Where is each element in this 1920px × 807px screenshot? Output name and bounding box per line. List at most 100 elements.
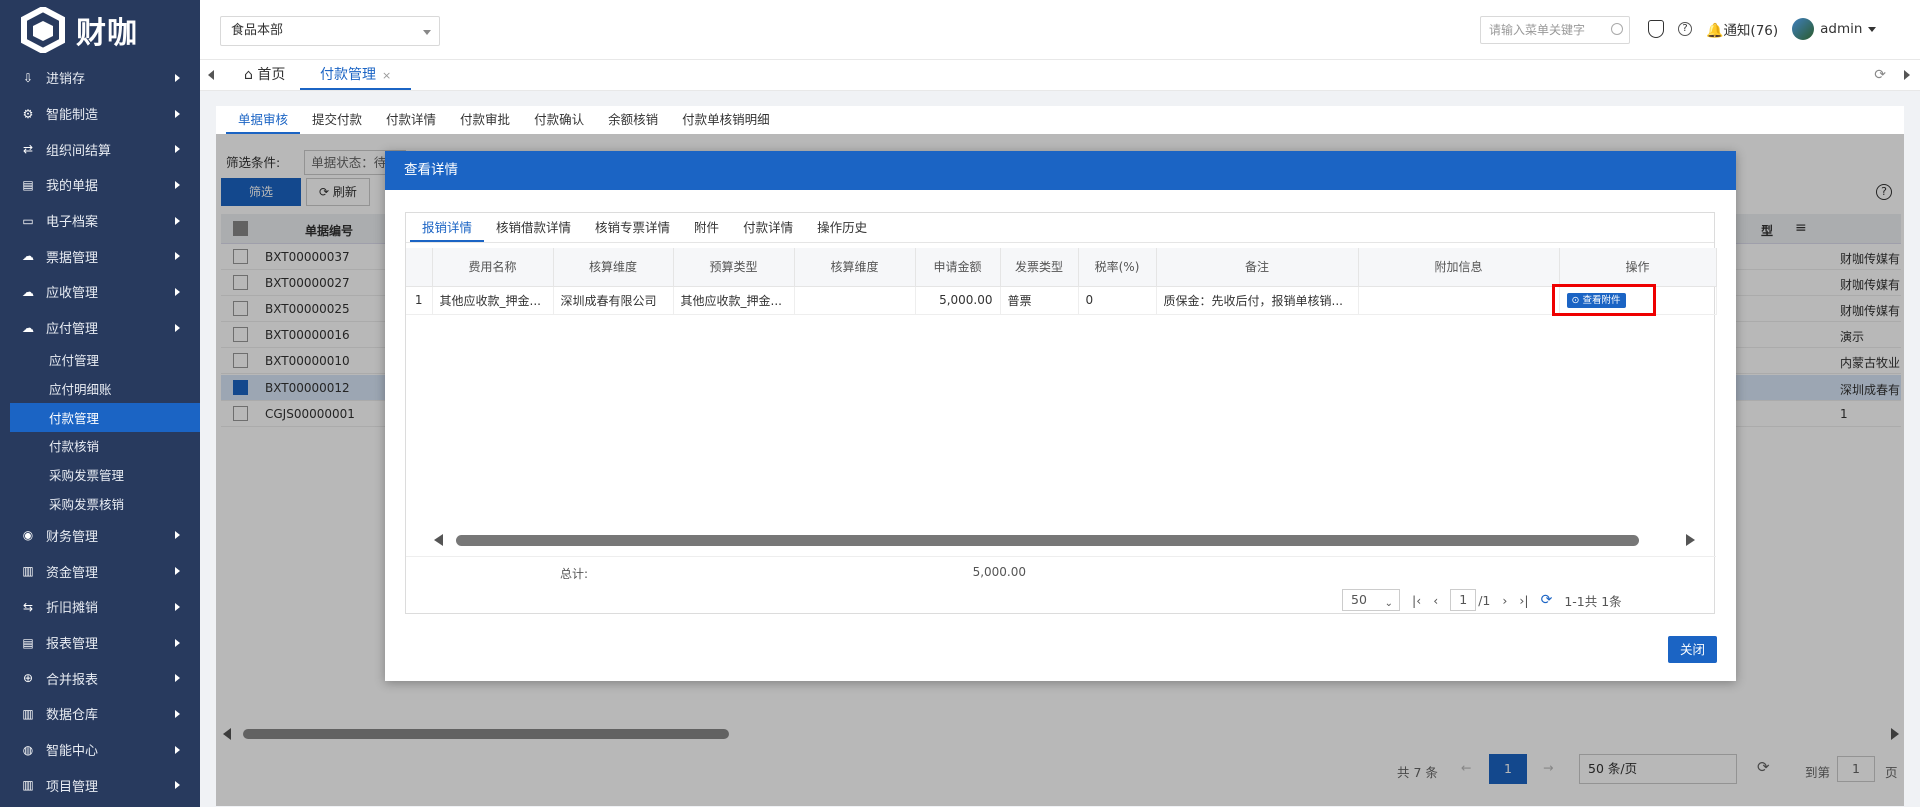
prev-page-icon[interactable]: ‹ [1433,593,1438,608]
detail-tab[interactable]: 附件 [682,213,731,242]
total-pages: /1 [1478,592,1491,608]
column-header: 备注 [1156,248,1359,287]
last-page-icon[interactable]: ›| [1519,593,1528,608]
column-header: 预算类型 [673,248,795,287]
subtab[interactable]: 付款审批 [448,106,522,134]
detail-modal: 查看详情 报销详情 核销借款详情 核销专票详情 附件 付款详情 操作历史 费用名称 核算维度… [385,151,1736,681]
menu-search-placeholder: 请输入菜单关键字 [1489,23,1586,37]
subtab[interactable]: 提交付款 [300,106,374,134]
next-page-icon[interactable]: › [1502,593,1507,608]
sidebar-item-label: 智能制造 [46,108,99,124]
sidebar-subitem[interactable]: 应付明细账 [0,374,200,403]
chevron-right-icon [175,674,180,683]
detail-tab[interactable]: 操作历史 [805,213,879,242]
subtab[interactable]: 付款详情 [374,106,448,134]
subtab[interactable]: 余额核销 [596,106,670,134]
column-header: 申请金额 [915,248,1001,287]
tab-scroll-left-icon[interactable] [208,70,214,80]
sidebar-subitem[interactable]: 付款管理 [10,402,200,432]
sidebar-item-items-2[interactable]: ⇄ 组织间结算 [0,131,200,167]
scroll-right-icon[interactable] [1686,534,1695,546]
sidebar-item-items2-5[interactable]: ▥ 数据仓库 [0,696,200,732]
bell-icon: 🔔 [1706,23,1724,39]
menu-search-input[interactable]: 请输入菜单关键字 [1480,16,1630,44]
sidebar-subitem[interactable]: 应付管理 [0,346,200,375]
top-icons: ? 🔔通知(76) admin [1648,18,1877,40]
sidebar-item-items2-7[interactable]: ▥ 项目管理 [0,767,200,803]
sidebar-item-label: 项目管理 [46,779,99,795]
sidebar-item-items2-2[interactable]: ⇆ 折旧摊销 [0,589,200,625]
reload-icon[interactable]: ⟳ [1874,67,1886,83]
sidebar-item-items-4[interactable]: ▭ 电子档案 [0,203,200,239]
org-select[interactable]: 食品本部 [220,16,440,46]
user-menu[interactable]: admin [1792,18,1877,40]
first-page-icon[interactable]: |‹ [1412,593,1421,608]
close-icon[interactable]: × [382,69,391,82]
logo: 财咖 [0,0,200,60]
summary-amount: 5,000.00 [972,565,1026,579]
tab-payment-management[interactable]: 付款管理 × [300,60,412,90]
help-icon[interactable]: ? [1678,22,1692,36]
tab-home[interactable]: ⌂ 首页 [244,60,285,90]
subtab[interactable]: 付款确认 [522,106,596,134]
sidebar-item-items-0[interactable]: ⇩ 进销存 [0,60,200,96]
sidebar-item-items2-6[interactable]: ◍ 智能中心 [0,732,200,768]
column-header: 发票类型 [1000,248,1079,287]
sidebar-subitem[interactable]: 采购发票管理 [0,460,200,489]
detail-tab[interactable]: 核销专票详情 [583,213,682,242]
notify-button[interactable]: 🔔通知(76) [1706,19,1778,39]
topbar: 食品本部 请输入菜单关键字 ? 🔔通知(76) admin [200,0,1920,60]
table-header: 费用名称 核算维度 预算类型 核算维度 申请金额 发票类型 税率(%) 备注 附加信息 操作 [406,248,1717,287]
sidebar-subitem[interactable]: 付款核销 [0,432,200,461]
chevron-right-icon [175,531,180,540]
sidebar-item-label: 资金管理 [46,565,99,581]
cell-extra [1358,286,1560,315]
close-button[interactable]: 关闭 [1668,636,1717,663]
tab-home-label: 首页 [257,67,286,83]
chevron-right-icon [175,109,180,118]
home-icon: ⌂ [244,67,258,83]
chevron-right-icon [175,567,180,576]
scroll-left-icon[interactable] [434,534,443,546]
sidebar-item-label: 数据仓库 [46,708,99,724]
sidebar-item-label: 票据管理 [46,250,99,266]
detail-tab[interactable]: 核销借款详情 [484,213,583,242]
cell-tax-rate: 0 [1078,286,1157,315]
subtabs: 单据审核 提交付款 付款详情 付款审批 付款确认 余额核销 付款单核销明细 [216,106,1904,134]
sidebar-item-items2-3[interactable]: ▤ 报表管理 [0,625,200,661]
page-input[interactable]: 1 [1450,589,1477,611]
chevron-right-icon [175,145,180,154]
column-header: 操作 [1559,248,1717,287]
modal-title: 查看详情 [385,151,1736,190]
page-size-select[interactable]: 50 ⌄ [1342,589,1400,611]
sidebar-item-items2-0[interactable]: ◉ 财务管理 [0,518,200,554]
logo-text: 财咖 [76,16,138,51]
detail-tab[interactable]: 报销详情 [410,213,485,242]
sidebar-item-items-6[interactable]: ☁ 应收管理 [0,274,200,310]
import-icon: ⇩ [22,70,34,85]
chevron-down-icon: ⌄ [1384,598,1393,609]
column-header: 核算维度 [553,248,674,287]
sidebar-item-items2-4[interactable]: ⊕ 合并报表 [0,660,200,696]
sidebar-item-items-5[interactable]: ☁ 票据管理 [0,238,200,274]
scroll-thumb[interactable] [456,535,1639,546]
detail-tab[interactable]: 付款详情 [731,213,805,242]
subtab[interactable]: 付款单核销明细 [670,106,782,134]
archive-icon: ▭ [22,213,34,228]
sidebar-item-items-7[interactable]: ☁ 应付管理 [0,310,200,346]
detail-scrollbar[interactable] [434,533,1695,547]
sidebar-item-items-1[interactable]: ⚙ 智能制造 [0,96,200,132]
avatar [1792,18,1815,40]
refresh-icon[interactable]: ⟳ [1541,592,1553,608]
tab-scroll-right-icon[interactable] [1904,70,1910,80]
cell-dimension: 深圳成春有限公司 [553,286,674,315]
subtab[interactable]: 单据审核 [226,106,301,134]
sidebar-subitem[interactable]: 采购发票核销 [0,489,200,518]
notify-label: 通知(76) [1723,23,1779,39]
chart-icon: ▥ [22,778,34,793]
sidebar-item-items-3[interactable]: ▤ 我的单据 [0,167,200,203]
chevron-down-icon [1868,26,1877,32]
chevron-right-icon [175,287,180,296]
shield-icon[interactable] [1648,20,1664,38]
sidebar-item-items2-1[interactable]: ▥ 资金管理 [0,553,200,589]
